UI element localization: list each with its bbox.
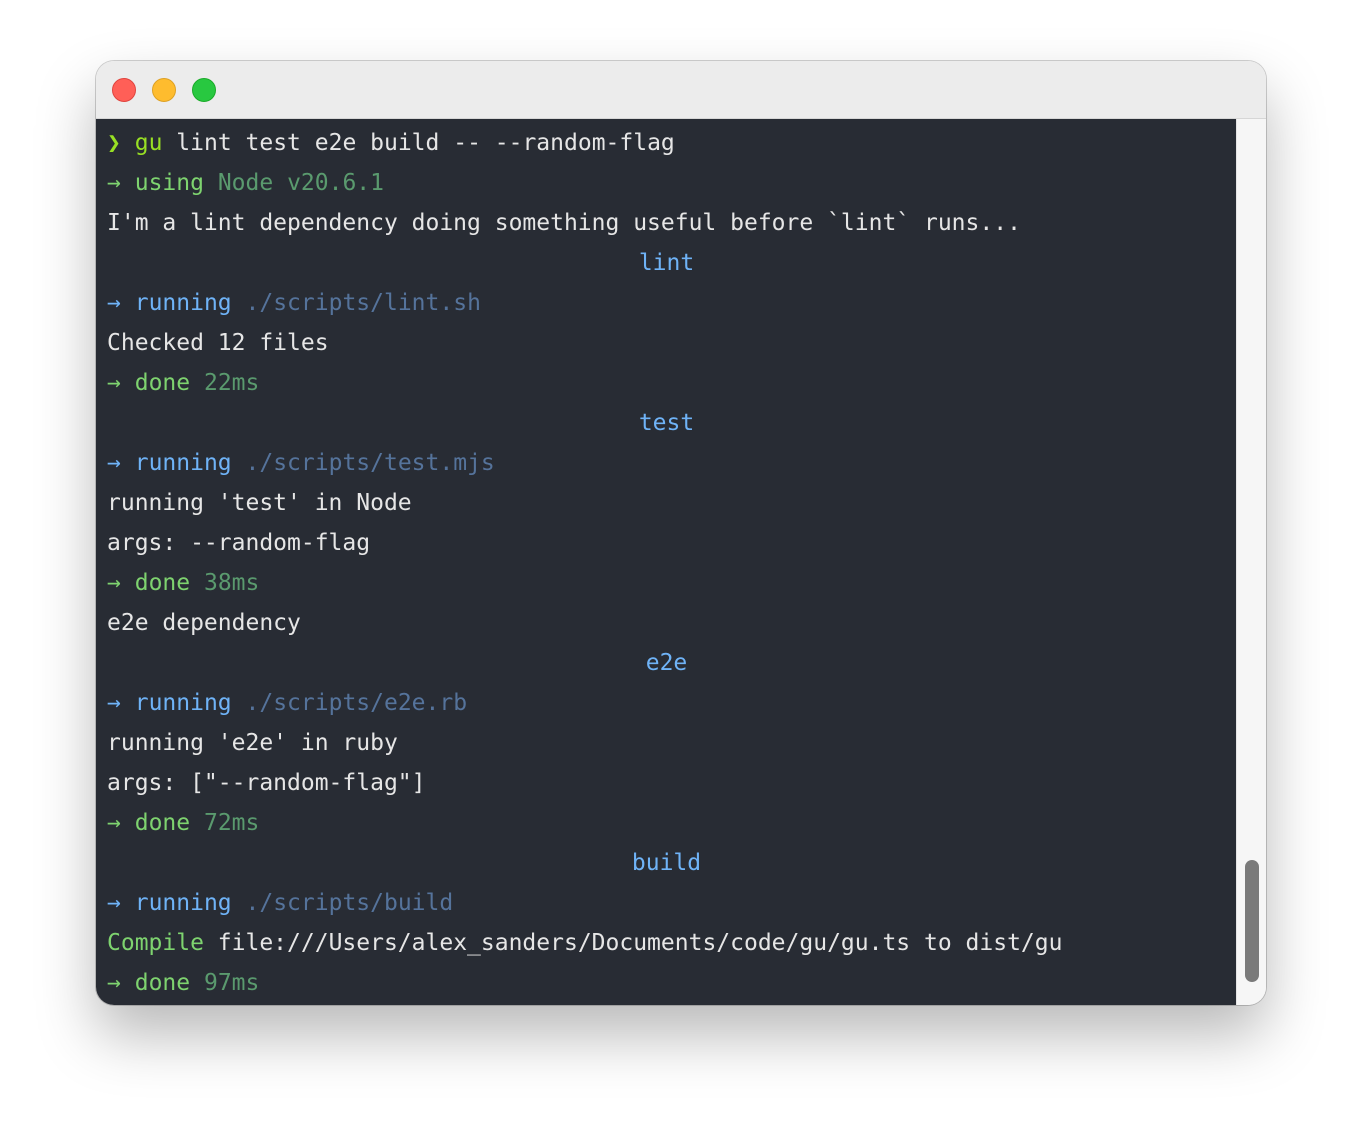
compile-line: Compile file:///Users/alex_sanders/Docum… — [107, 923, 1226, 963]
section-label: lint — [638, 250, 695, 276]
title-bar — [96, 61, 1266, 119]
lint-dependency-output: I'm a lint dependency doing something us… — [107, 210, 1021, 236]
done-label: done — [134, 970, 191, 996]
running-line-e2e: → running ./scripts/e2e.rb — [107, 683, 1226, 723]
section-separator-test: test — [107, 403, 1227, 443]
output-line: Checked 12 files — [107, 330, 329, 356]
arrow-right-icon: → — [107, 810, 121, 836]
duration: 22ms — [203, 370, 260, 396]
command-args: lint test e2e build -- --random-flag — [176, 130, 675, 156]
node-version: Node v20.6.1 — [217, 170, 384, 196]
dotted-rule — [107, 243, 623, 283]
running-label: running — [134, 290, 232, 316]
dotted-rule — [710, 403, 1227, 443]
duration: 97ms — [203, 970, 260, 996]
section-separator-e2e: e2e — [107, 643, 1227, 683]
done-label: done — [134, 370, 191, 396]
arrow-right-icon: → — [107, 170, 121, 196]
terminal-output[interactable]: ❯ gu lint test e2e build -- --random-fla… — [96, 119, 1236, 1005]
running-line-lint: → running ./scripts/lint.sh — [107, 283, 1226, 323]
dotted-rule — [107, 403, 623, 443]
section-label: e2e — [645, 650, 688, 676]
running-label: running — [134, 890, 232, 916]
prompt-icon: ❯ — [107, 130, 121, 156]
arrow-right-icon: → — [107, 370, 121, 396]
minimize-window-button[interactable] — [152, 78, 176, 102]
arrow-right-icon: → — [107, 690, 121, 716]
vertical-scrollbar[interactable] — [1236, 119, 1266, 1005]
terminal-window: ❯ gu lint test e2e build -- --random-fla… — [96, 61, 1266, 1005]
done-line-test: → done 38ms — [107, 563, 1226, 603]
done-label: done — [134, 570, 191, 596]
using-label: using — [134, 170, 204, 196]
compile-detail: file:///Users/alex_sanders/Documents/cod… — [217, 930, 1063, 956]
output-line: running 'test' in Node — [107, 490, 412, 516]
script-path: ./scripts/build — [245, 890, 454, 916]
section-label: test — [638, 410, 695, 436]
duration: 38ms — [203, 570, 260, 596]
dotted-rule — [717, 843, 1226, 883]
arrow-right-icon: → — [107, 890, 121, 916]
node-version-line: → using Node v20.6.1 — [107, 163, 1226, 203]
arrow-right-icon: → — [107, 970, 121, 996]
done-line-lint: → done 22ms — [107, 363, 1226, 403]
section-separator-build: build — [107, 843, 1226, 883]
scrollbar-thumb[interactable] — [1245, 860, 1259, 982]
command-program: gu — [134, 130, 163, 156]
dotted-rule — [107, 843, 616, 883]
arrow-right-icon: → — [107, 450, 121, 476]
script-path: ./scripts/e2e.rb — [245, 690, 468, 716]
output-line: args: ["--random-flag"] — [107, 770, 426, 796]
running-label: running — [134, 690, 232, 716]
running-label: running — [134, 450, 232, 476]
running-line-test: → running ./scripts/test.mjs — [107, 443, 1226, 483]
arrow-right-icon: → — [107, 570, 121, 596]
output-line: running 'e2e' in ruby — [107, 730, 398, 756]
dotted-rule — [703, 643, 1227, 683]
script-path: ./scripts/lint.sh — [245, 290, 481, 316]
arrow-right-icon: → — [107, 290, 121, 316]
compile-label: Compile — [107, 930, 204, 956]
done-line-build: → done 97ms — [107, 963, 1226, 1003]
done-line-e2e: → done 72ms — [107, 803, 1226, 843]
running-line-build: → running ./scripts/build — [107, 883, 1226, 923]
dotted-rule — [107, 643, 630, 683]
maximize-window-button[interactable] — [192, 78, 216, 102]
section-label: build — [631, 850, 702, 876]
dotted-rule — [710, 243, 1227, 283]
close-window-button[interactable] — [112, 78, 136, 102]
e2e-dependency-output: e2e dependency — [107, 610, 301, 636]
output-line: args: --random-flag — [107, 530, 371, 556]
command-line: ❯ gu lint test e2e build -- --random-fla… — [107, 123, 1226, 163]
script-path: ./scripts/test.mjs — [245, 450, 495, 476]
section-separator-lint: lint — [107, 243, 1227, 283]
done-label: done — [134, 810, 191, 836]
duration: 72ms — [203, 810, 260, 836]
